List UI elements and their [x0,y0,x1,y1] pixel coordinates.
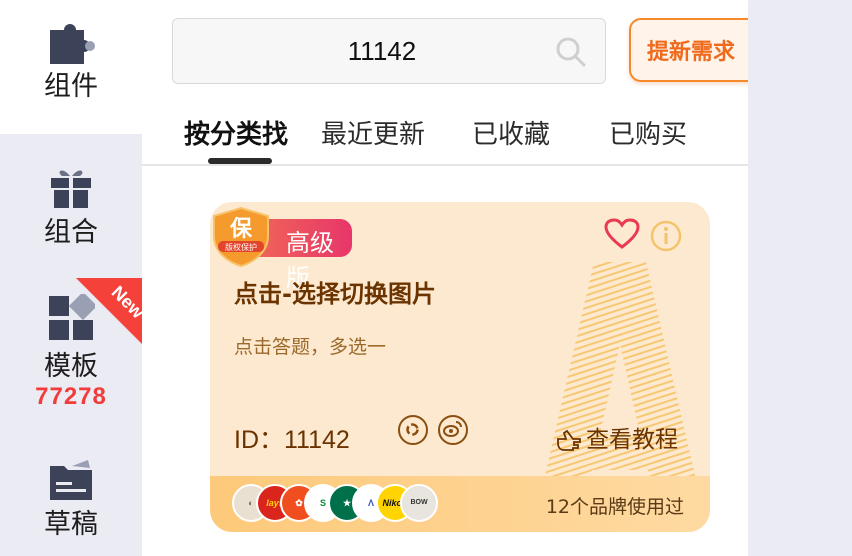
sidebar-item-combo[interactable]: 组合 [0,158,142,258]
copyright-shield-icon: 保 版权保护 [213,206,269,268]
tab-bar: 按分类找 最近更新 已收藏 已购买 [142,106,748,166]
shield-label: 保 [229,217,253,242]
tab-recent-updates[interactable]: 最近更新 [321,114,425,151]
tab-purchased[interactable]: 已购买 [609,114,687,151]
tutorial-label: 查看教程 [586,427,678,453]
search-icon[interactable] [555,36,587,68]
sidebar-item-label: 草稿 [44,509,98,540]
search-input[interactable] [173,19,553,83]
pointing-hand-icon [557,429,581,451]
brand-usage-count: 12个品牌使用过 [545,496,684,518]
puzzle-icon [50,24,95,64]
component-card[interactable]: 高级版 保 版权保护 点击-选择切换图片 点击答题，多选一 ID：11142 查… [210,202,710,532]
card-footer: ◐ lays ✿ S ★ Λ Nikon BOW 12个品牌使用过 [210,476,710,532]
sidebar: 组件 组合 New 模板 77278 草稿 [0,0,142,556]
main-panel: 提新需求 按分类找 最近更新 已收藏 已购买 高级版 保 版权保护 [142,0,764,556]
template-count: 77278 [35,383,107,410]
sidebar-item-label: 组件 [44,71,98,102]
card-subtitle: 点击答题，多选一 [234,336,387,358]
favorite-heart-icon[interactable] [604,218,640,250]
shield-sub-label: 版权保护 [225,242,257,252]
new-request-button[interactable]: 提新需求 [629,18,764,82]
active-tab-indicator [208,158,272,164]
right-side-panel [748,0,852,556]
new-badge: New [76,278,142,344]
share-circle-icon[interactable] [398,415,428,445]
weibo-icon[interactable] [438,415,468,445]
tab-by-category[interactable]: 按分类找 [184,114,288,151]
sidebar-item-label: 组合 [44,217,98,248]
search-box [172,18,606,84]
sidebar-item-components[interactable]: 组件 [0,0,142,134]
bowmore-logo: BOW [400,484,438,522]
gift-icon [51,170,91,208]
draft-folder-icon [50,460,92,500]
info-icon[interactable] [650,220,682,252]
sidebar-item-drafts[interactable]: 草稿 [0,450,142,556]
card-title: 点击-选择切换图片 [234,280,436,308]
view-tutorial-link[interactable]: 查看教程 [556,420,678,454]
sidebar-item-templates[interactable]: New 模板 77278 [0,278,142,428]
sidebar-item-label: 模板 [44,351,98,382]
card-id: ID：11142 [234,426,350,454]
tab-favorites[interactable]: 已收藏 [472,114,550,151]
